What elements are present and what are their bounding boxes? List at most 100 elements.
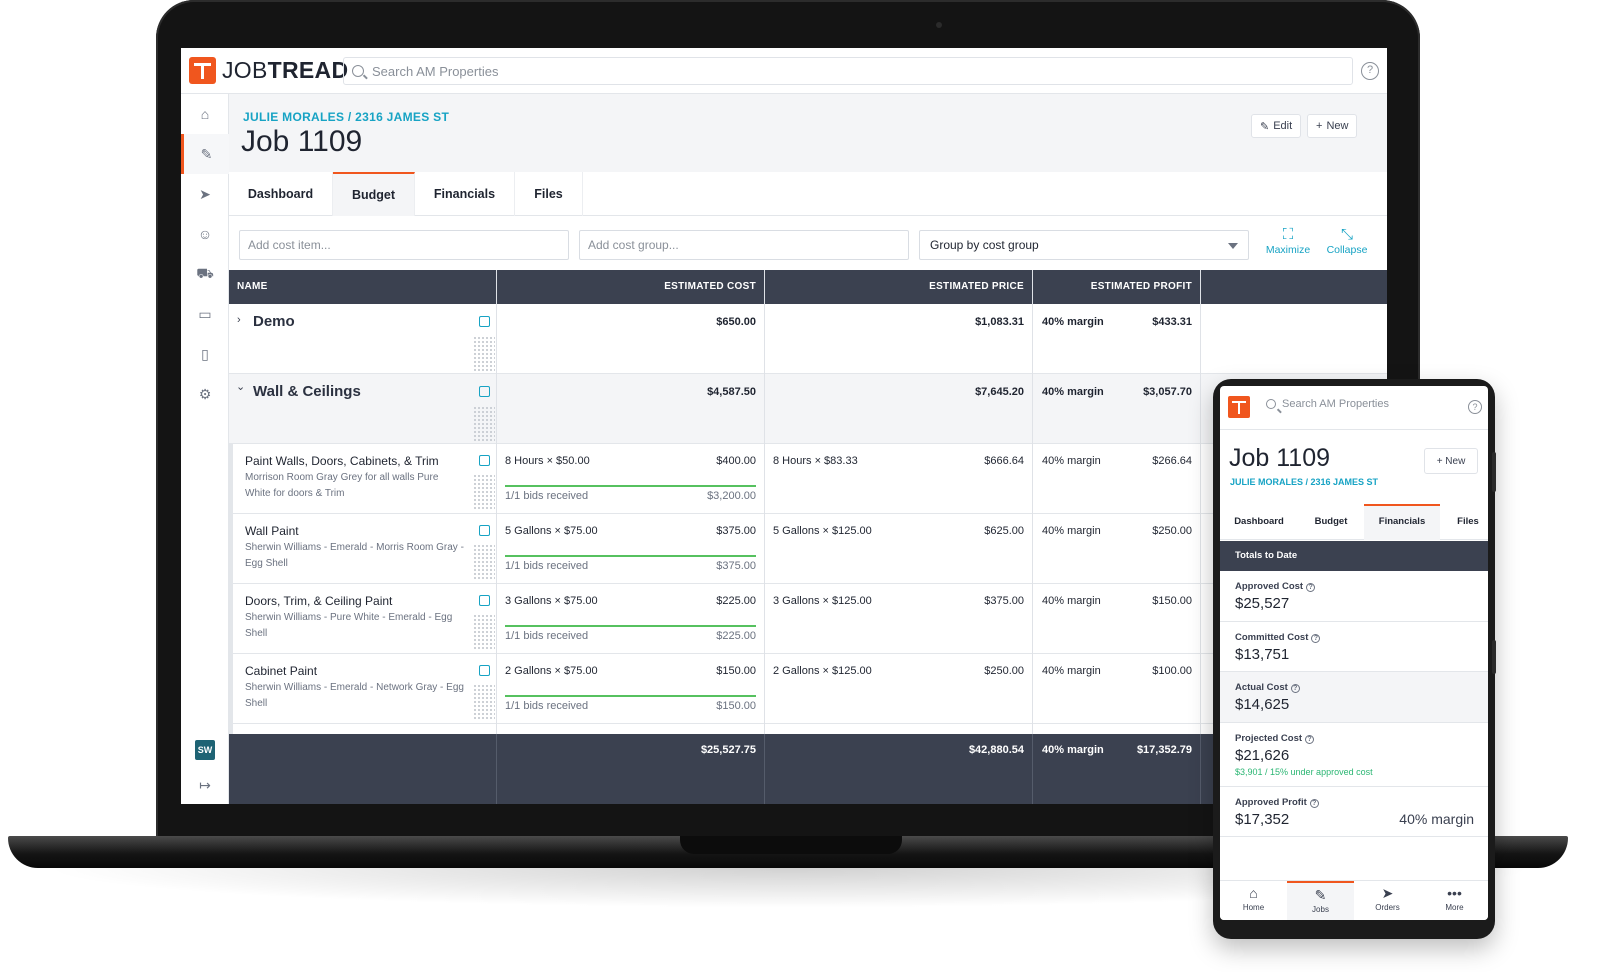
edit-button[interactable]: ✎ Edit xyxy=(1251,114,1302,138)
logo-text: JOBTREAD xyxy=(222,57,349,83)
budget-toolbar: Add cost item... Add cost group... Group… xyxy=(229,216,1387,270)
new-button[interactable]: + New xyxy=(1307,114,1358,138)
logout-button[interactable]: ↦ xyxy=(181,770,229,800)
drag-handle[interactable] xyxy=(473,474,495,510)
book-icon: ▭ xyxy=(198,305,212,322)
logo-icon xyxy=(189,57,216,84)
sidebar-item-orders[interactable]: ➤ xyxy=(181,174,229,214)
stat-margin: 40% margin xyxy=(1399,811,1474,827)
edit-icon[interactable] xyxy=(479,525,490,536)
logo-icon[interactable] xyxy=(1228,396,1250,418)
search-placeholder: Search AM Properties xyxy=(372,63,499,79)
drag-handle[interactable] xyxy=(473,544,495,580)
tab-files[interactable]: Files xyxy=(1440,504,1488,540)
tab-budget[interactable]: Budget xyxy=(333,172,415,216)
chevron-down-icon[interactable]: ⌄ xyxy=(236,380,245,393)
drag-handle[interactable] xyxy=(473,684,495,720)
add-cost-item-input[interactable]: Add cost item... xyxy=(239,230,569,260)
item-description: Sherwin Williams - Emerald - Morris Room… xyxy=(245,542,464,569)
maximize-button[interactable]: ⛶ Maximize xyxy=(1261,226,1315,256)
col-estimated-cost[interactable]: ESTIMATED COST xyxy=(497,270,756,304)
tab-dashboard[interactable]: Dashboard xyxy=(229,172,333,216)
breadcrumb[interactable]: JULIE MORALES / 2316 JAMES ST xyxy=(1230,477,1378,487)
column-divider xyxy=(1200,270,1201,804)
phone-screen: Search AM Properties ? Job 1109 JULIE MO… xyxy=(1220,386,1488,920)
col-name[interactable]: NAME xyxy=(237,270,268,304)
tab-files[interactable]: Files xyxy=(515,172,583,216)
info-icon[interactable]: ? xyxy=(1309,799,1319,808)
top-bar: JOBTREAD Search AM Properties ? xyxy=(181,48,1387,94)
info-icon[interactable]: ? xyxy=(1311,634,1321,643)
truck-icon: ⛟ xyxy=(196,264,214,281)
add-cost-group-input[interactable]: Add cost group... xyxy=(579,230,909,260)
phone-power-button xyxy=(1492,640,1496,674)
drag-handle[interactable] xyxy=(473,406,495,442)
edit-icon[interactable] xyxy=(479,455,490,466)
item-profit: $100.00 xyxy=(1152,665,1192,677)
sidebar-item-catalog[interactable]: ▭ xyxy=(181,294,229,334)
col-estimated-price[interactable]: ESTIMATED PRICE xyxy=(765,270,1024,304)
sidebar-item-settings[interactable]: ⚙ xyxy=(181,374,229,414)
search-input[interactable]: Search AM Properties xyxy=(1264,398,1389,410)
bids-status[interactable]: 1/1 bids received xyxy=(505,490,588,502)
stat-projected-cost[interactable]: Projected Cost? $21,626 $3,901 / 15% und… xyxy=(1220,723,1488,787)
phone-job-tabs: Dashboard Budget Financials Files xyxy=(1220,504,1488,540)
nav-jobs[interactable]: ✎ Jobs xyxy=(1287,881,1354,920)
stat-actual-cost[interactable]: Actual Cost? $14,625 xyxy=(1220,672,1488,723)
drag-handle[interactable] xyxy=(473,614,495,650)
nav-home[interactable]: ⌂ Home xyxy=(1220,881,1287,920)
info-icon[interactable]: ? xyxy=(1290,684,1300,693)
stat-approved-profit[interactable]: Approved Profit? $17,352 40% margin xyxy=(1220,787,1488,837)
bids-status[interactable]: 1/1 bids received xyxy=(505,630,588,642)
stat-value: $25,527 xyxy=(1235,595,1290,612)
info-icon[interactable]: ? xyxy=(1305,735,1315,744)
collapse-button[interactable]: ⤡ Collapse xyxy=(1320,226,1374,256)
sidebar-item-home[interactable]: ⌂ xyxy=(181,94,229,134)
tab-budget[interactable]: Budget xyxy=(1298,504,1364,540)
info-icon[interactable]: ? xyxy=(1306,583,1316,592)
group-by-select[interactable]: Group by cost group xyxy=(919,230,1249,260)
sidebar-item-documents[interactable]: ▯ xyxy=(181,334,229,374)
new-button[interactable]: + New xyxy=(1424,448,1478,474)
stat-committed-cost[interactable]: Committed Cost? $13,751 xyxy=(1220,622,1488,672)
totals-section-header: Totals to Date xyxy=(1220,541,1488,571)
breadcrumb[interactable]: JULIE MORALES / 2316 JAMES ST xyxy=(243,110,449,124)
edit-icon[interactable] xyxy=(479,595,490,606)
send-icon: ➤ xyxy=(1381,885,1394,901)
help-icon[interactable]: ? xyxy=(1361,62,1379,80)
item-qty-price: 8 Hours × $83.33 xyxy=(773,455,858,467)
tab-dashboard[interactable]: Dashboard xyxy=(1220,504,1298,540)
edit-icon[interactable] xyxy=(479,386,490,397)
avatar[interactable]: SW xyxy=(195,740,215,760)
wrench-icon: ✎ xyxy=(1314,887,1327,903)
sidebar-item-delivery[interactable]: ⛟ xyxy=(181,254,229,294)
grid-header: NAME ESTIMATED COST ESTIMATED PRICE ESTI… xyxy=(229,270,1387,304)
stat-approved-cost[interactable]: Approved Cost? $25,527 xyxy=(1220,571,1488,622)
tab-financials[interactable]: Financials xyxy=(415,172,515,216)
edit-icon[interactable] xyxy=(479,316,490,327)
column-divider xyxy=(1200,734,1201,804)
sidebar-item-contacts[interactable]: ☺ xyxy=(181,214,229,254)
item-description: Sherwin Williams - Pure White - Emerald … xyxy=(245,612,453,639)
stat-value: $14,625 xyxy=(1235,696,1290,713)
nav-orders[interactable]: ➤ Orders xyxy=(1354,881,1421,920)
bid-amount: $150.00 xyxy=(716,700,756,712)
column-divider xyxy=(764,734,765,804)
chevron-right-icon[interactable]: › xyxy=(237,314,241,326)
group-row-demo[interactable]: › Demo $650.00 $1,083.31 40% margin $433… xyxy=(229,304,1387,374)
help-icon[interactable]: ? xyxy=(1468,400,1482,414)
nav-more[interactable]: ••• More xyxy=(1421,881,1488,920)
bids-status[interactable]: 1/1 bids received xyxy=(505,700,588,712)
drag-handle[interactable] xyxy=(473,336,495,372)
jobtread-logo[interactable]: JOBTREAD xyxy=(189,57,348,84)
bids-progress-bar xyxy=(505,555,756,557)
search-input[interactable]: Search AM Properties xyxy=(343,57,1353,85)
stat-label: Projected Cost? xyxy=(1235,733,1315,744)
edit-icon[interactable] xyxy=(479,665,490,676)
bids-status[interactable]: 1/1 bids received xyxy=(505,560,588,572)
bids-progress-bar xyxy=(505,695,756,697)
column-divider xyxy=(1032,270,1033,804)
tab-financials[interactable]: Financials xyxy=(1364,504,1440,540)
sidebar-item-jobs[interactable]: ✎ xyxy=(181,134,229,174)
col-estimated-profit[interactable]: ESTIMATED PROFIT xyxy=(1033,270,1192,304)
